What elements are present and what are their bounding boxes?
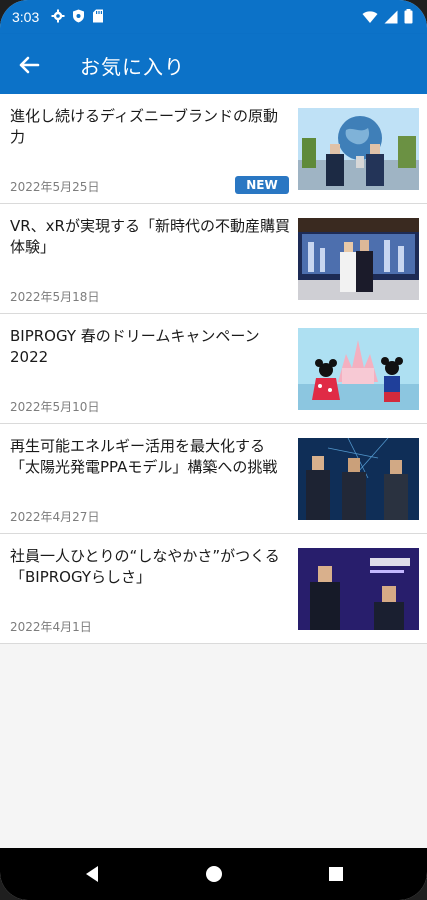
favorite-item[interactable]: VR、xRが実現する「新時代の不動産購買体験」 2022年5月18日 bbox=[0, 204, 427, 314]
article-thumbnail bbox=[298, 438, 419, 520]
article-title: 再生可能エネルギー活用を最大化する「太陽光発電PPAモデル」構築への挑戦 bbox=[10, 437, 278, 476]
favorite-item[interactable]: BIPROGY 春のドリームキャンペーン2022 2022年5月10日 bbox=[0, 314, 427, 424]
back-arrow-icon bbox=[14, 56, 44, 84]
favorites-list: 進化し続けるディズニーブランドの原動力 2022年5月25日 NEW VR、xR… bbox=[0, 94, 427, 644]
article-thumbnail bbox=[298, 218, 419, 300]
wifi-icon bbox=[362, 10, 378, 28]
article-thumbnail bbox=[298, 548, 419, 630]
back-triangle-icon bbox=[80, 866, 104, 890]
article-title: 進化し続けるディズニーブランドの原動力 bbox=[10, 107, 279, 146]
page-title: お気に入り bbox=[80, 55, 185, 79]
article-date: 2022年5月18日 bbox=[10, 290, 100, 304]
article-date: 2022年4月27日 bbox=[10, 510, 100, 524]
article-date: 2022年5月25日 bbox=[10, 180, 100, 194]
gear-icon bbox=[51, 9, 65, 27]
article-title: VR、xRが実現する「新時代の不動産購買体験」 bbox=[10, 217, 290, 256]
nav-back-button[interactable] bbox=[80, 862, 104, 886]
home-circle-icon bbox=[202, 866, 226, 890]
favorite-item[interactable]: 進化し続けるディズニーブランドの原動力 2022年5月25日 NEW bbox=[0, 94, 427, 204]
app-bar: お気に入り bbox=[0, 34, 427, 94]
new-badge: NEW bbox=[235, 176, 289, 194]
back-button[interactable] bbox=[14, 50, 44, 80]
signal-icon bbox=[384, 10, 398, 28]
favorite-item[interactable]: 社員一人ひとりの“しなやかさ”がつくる「BIPROGYらしさ」 2022年4月1… bbox=[0, 534, 427, 644]
article-title: BIPROGY 春のドリームキャンペーン2022 bbox=[10, 327, 260, 366]
shield-icon bbox=[72, 9, 85, 27]
sd-card-icon bbox=[92, 9, 104, 27]
status-bar: 3:03 bbox=[0, 0, 427, 34]
article-title: 社員一人ひとりの“しなやかさ”がつくる「BIPROGYらしさ」 bbox=[10, 547, 280, 586]
phone-screen: 3:03 お気に入り 進化し続けるディズニーブランドの原動力 2022年5月25… bbox=[0, 0, 427, 900]
nav-recents-button[interactable] bbox=[324, 862, 348, 886]
battery-icon bbox=[404, 9, 413, 28]
favorite-item[interactable]: 再生可能エネルギー活用を最大化する「太陽光発電PPAモデル」構築への挑戦 202… bbox=[0, 424, 427, 534]
recents-square-icon bbox=[324, 867, 348, 890]
article-date: 2022年5月10日 bbox=[10, 400, 100, 414]
navigation-bar bbox=[0, 848, 427, 900]
article-thumbnail bbox=[298, 108, 419, 190]
article-thumbnail bbox=[298, 328, 419, 410]
nav-home-button[interactable] bbox=[202, 862, 226, 886]
article-date: 2022年4月1日 bbox=[10, 620, 92, 634]
status-time: 3:03 bbox=[12, 9, 40, 25]
